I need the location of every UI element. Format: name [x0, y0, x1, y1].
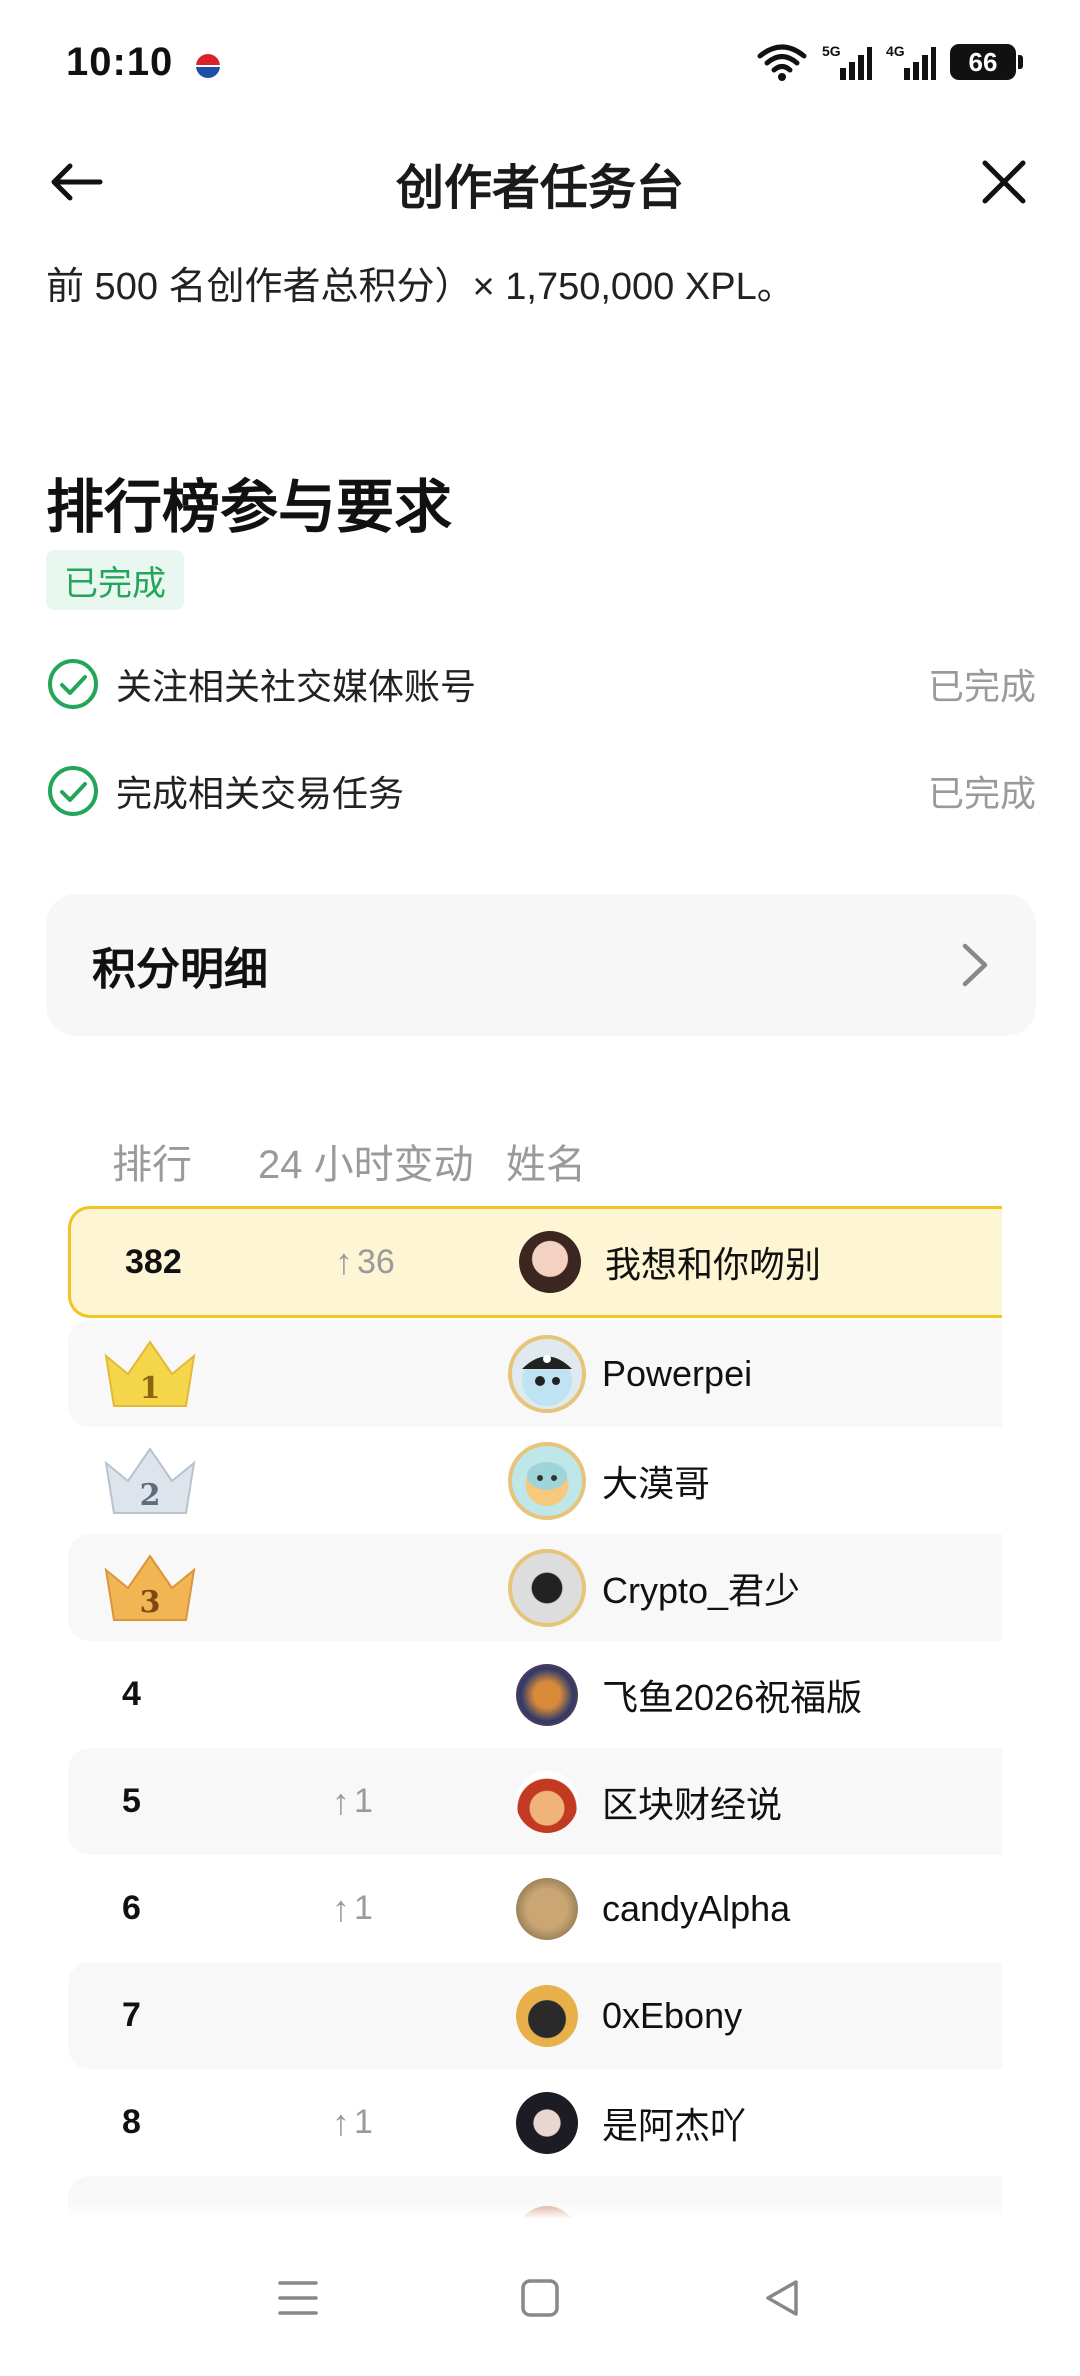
- status-badge: 已完成: [46, 550, 184, 610]
- user-name: 是阿杰吖: [602, 2104, 747, 2146]
- rank-number: 8: [122, 2103, 141, 2141]
- user-name: 大漠哥: [602, 1462, 711, 1504]
- svg-text:3: 3: [140, 1585, 161, 1620]
- table-row[interactable]: 4 飞鱼2026祝福版: [68, 1641, 1002, 1748]
- table-row[interactable]: 5 ↑ 1 区块财经说: [68, 1748, 1002, 1855]
- status-time: 10:10: [66, 40, 174, 84]
- column-header-rank: 排行: [112, 1143, 192, 1187]
- check-circle-icon: [48, 659, 98, 709]
- table-row[interactable]: 6 ↑ 1 candyAlpha: [68, 1855, 1002, 1962]
- rank-change-value: 1: [354, 1889, 373, 1927]
- rank-number: 4: [122, 1675, 141, 1713]
- arrow-up-icon: ↑: [332, 1887, 350, 1929]
- rank-number: 382: [125, 1242, 182, 1281]
- requirements-title: 排行榜参与要求: [46, 475, 453, 540]
- svg-text:2: 2: [140, 1478, 161, 1513]
- rank-change-value: 1: [354, 2103, 373, 2141]
- rank-change: ↑1: [332, 2102, 373, 2144]
- avatar[interactable]: [508, 1334, 586, 1413]
- home-square-icon: [521, 2279, 559, 2317]
- menu-icon: [278, 2281, 318, 2315]
- avatar[interactable]: [516, 1770, 578, 1833]
- rank-number: 5: [122, 1782, 141, 1820]
- points-detail-title: 积分明细: [92, 945, 268, 994]
- signal-4g-icon: 4G: [886, 43, 936, 80]
- close-button[interactable]: [972, 150, 1036, 214]
- user-name: 飞鱼2026祝福版: [602, 1676, 863, 1718]
- system-nav-bar: [0, 2218, 1080, 2376]
- column-header-name: 姓名: [506, 1143, 586, 1187]
- points-detail-card[interactable]: 积分明细: [46, 894, 1036, 1036]
- requirement-status: 已完成: [927, 773, 1036, 814]
- home-button[interactable]: [510, 2268, 570, 2328]
- avatar[interactable]: [516, 1663, 578, 1726]
- svg-text:1: 1: [140, 1371, 161, 1406]
- close-icon: [982, 160, 1026, 204]
- user-name: Crypto_君少: [602, 1569, 801, 1611]
- user-name: candyAlpha: [602, 1887, 791, 1929]
- app-notification-icon: [196, 54, 220, 78]
- triangle-back-icon: [766, 2280, 798, 2316]
- cartoon-avatar-icon: [527, 1461, 567, 1490]
- arrow-up-icon: ↑: [332, 2101, 350, 2143]
- user-name: Powerpei: [602, 1352, 753, 1394]
- rank-change-value: 1: [354, 1782, 373, 1820]
- arrow-up-icon: ↑: [335, 1241, 353, 1282]
- gold-crown-icon: 1: [104, 1340, 196, 1407]
- pirate-avatar-icon: [522, 1354, 572, 1386]
- rank-number: 6: [122, 1889, 141, 1927]
- rank-change: ↑ 36: [335, 1241, 395, 1283]
- table-row[interactable]: 3 Crypto_君少: [68, 1534, 1002, 1641]
- silver-crown-icon: 2: [104, 1447, 196, 1514]
- intro-line-full: 前 500 名创作者总积分）× 1,750,000 XPL。: [46, 266, 795, 308]
- my-rank-row[interactable]: 382 ↑ 36 我想和你吻别: [68, 1206, 1002, 1318]
- user-name: 我想和你吻别: [605, 1244, 822, 1285]
- battery-icon: 66: [950, 44, 1023, 80]
- status-icons: 5G 4G 66: [756, 42, 1023, 82]
- app-header: 创作者任务台: [0, 126, 1080, 236]
- signal-5g-icon: 5G: [822, 43, 872, 80]
- rank-change: ↑1: [332, 1781, 373, 1823]
- page-title: 创作者任务台: [395, 162, 684, 215]
- requirement-item: 关注相关社交媒体账号 已完成: [46, 654, 1036, 714]
- leaderboard-table: 382 ↑ 36 我想和你吻别 1 Powerpei 2 大漠哥 3 Crypto…: [68, 1206, 1002, 2236]
- check-circle-icon: [48, 766, 98, 816]
- table-row[interactable]: 7 0xEbony: [68, 1962, 1002, 2069]
- requirement-item: 完成相关交易任务 已完成: [46, 761, 1036, 821]
- rank-number: 7: [122, 1996, 141, 2034]
- back-nav-button[interactable]: [752, 2268, 812, 2328]
- avatar[interactable]: [508, 1441, 586, 1520]
- avatar[interactable]: [516, 2091, 578, 2154]
- table-row[interactable]: 2 大漠哥: [68, 1427, 1002, 1534]
- rank-change: ↑1: [332, 1888, 373, 1930]
- arrow-up-icon: ↑: [332, 1780, 350, 1822]
- chevron-right-icon: [962, 943, 988, 987]
- battery-level: 66: [968, 46, 998, 77]
- wifi-icon: [757, 44, 807, 81]
- requirement-status: 已完成: [927, 666, 1036, 707]
- table-row[interactable]: 8 ↑ 1 是阿杰吖: [68, 2069, 1002, 2176]
- menu-button[interactable]: [268, 2268, 328, 2328]
- column-header-change: 24 小时变动: [258, 1143, 474, 1187]
- svg-text:5G: 5G: [822, 43, 841, 59]
- user-name: 0xEbony: [602, 1994, 743, 2036]
- requirement-label: 关注相关社交媒体账号: [116, 666, 477, 707]
- requirement-label: 完成相关交易任务: [116, 773, 405, 814]
- table-row[interactable]: 1 Powerpei: [68, 1320, 1002, 1427]
- avatar[interactable]: [516, 1984, 578, 2047]
- status-bar: 10:10 5G 4G 66: [0, 0, 1080, 126]
- intro-paragraph: ... 位创作者将获得平台奖励... ×（前... 积分） 前 500 名创作者…: [46, 226, 1046, 316]
- rank-change-value: 36: [357, 1242, 395, 1281]
- bronze-crown-icon: 3: [104, 1554, 196, 1621]
- svg-text:4G: 4G: [886, 43, 905, 59]
- avatar[interactable]: [519, 1231, 581, 1293]
- user-name: 区块财经说: [602, 1783, 783, 1825]
- avatar[interactable]: [508, 1548, 586, 1627]
- avatar[interactable]: [516, 1877, 578, 1940]
